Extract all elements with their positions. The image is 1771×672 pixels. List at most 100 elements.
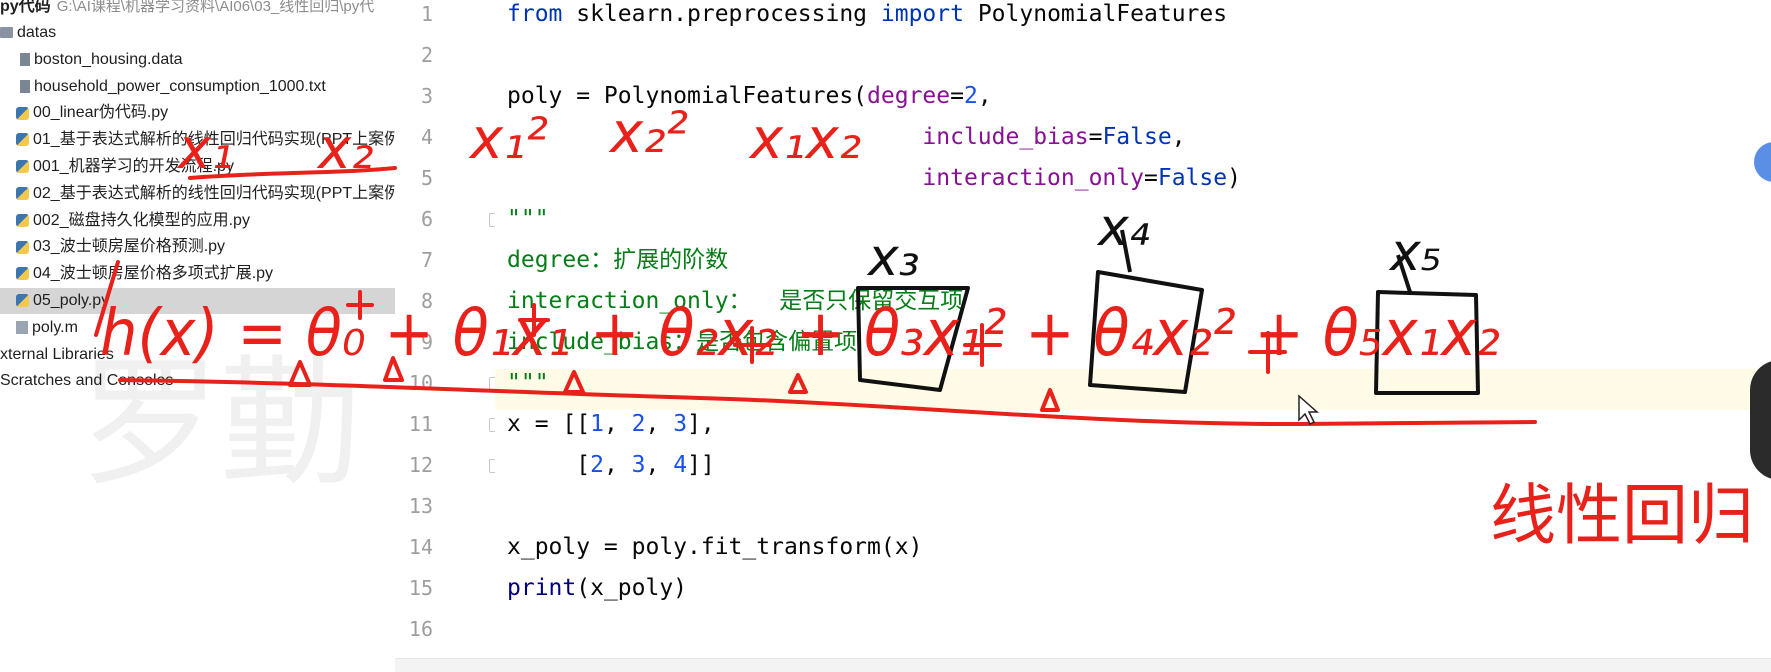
code-line: x_poly = poly.fit_transform(x) <box>507 527 922 568</box>
line-number: 8 <box>420 289 433 313</box>
code-line: interaction_only： 是否只保留交互项 <box>507 281 963 322</box>
line-number: 5 <box>420 166 433 190</box>
line-number: 12 <box>408 453 433 477</box>
line-number: 4 <box>420 125 433 149</box>
tree-root-path: G:\AI课程\机器学习资料\AI06\03_线性回归\py代 <box>56 0 375 15</box>
code-token: [ <box>507 452 591 478</box>
line-number: 2 <box>420 43 433 67</box>
tree-root-name: py代码 <box>0 0 51 15</box>
code-token: , <box>645 452 674 478</box>
code-token: 4 <box>673 452 688 478</box>
folder-icon <box>0 27 13 39</box>
line-number: 11 <box>408 412 433 436</box>
python-file-icon <box>16 187 29 201</box>
tree-item[interactable]: 04_波士顿房屋价格多项式扩展.py <box>0 261 273 287</box>
code-token: PolynomialFeatures <box>963 1 1228 27</box>
code-token: 2 <box>963 83 978 109</box>
file-icon <box>20 79 30 93</box>
line-number: 3 <box>420 84 433 108</box>
tree-item[interactable]: datas <box>0 20 56 46</box>
line-number: 10 <box>408 371 433 395</box>
code-editor[interactable]: from sklearn.preprocessing import Polyno… <box>495 0 1771 671</box>
horizontal-scrollbar[interactable] <box>395 658 1771 672</box>
code-token: """ <box>507 370 549 396</box>
code-line: """ <box>507 363 549 404</box>
code-token: print <box>507 575 577 601</box>
code-token: include_bias <box>922 124 1089 150</box>
code-token: = <box>1143 165 1158 191</box>
code-line: include_bias：是否包含偏置项 <box>507 322 857 363</box>
code-token: from <box>507 1 563 27</box>
code-token: = <box>1088 124 1103 150</box>
code-token: False <box>1157 165 1228 191</box>
tree-item[interactable]: 01_基于表达式解析的线性回归代码实现(PPT上案例). <box>0 127 395 153</box>
code-token: 3 <box>631 452 646 478</box>
code-token: interaction_only： 是否只保留交互项 <box>507 288 964 314</box>
tree-item-label: boston_housing.data <box>34 50 183 68</box>
line-number: 16 <box>408 617 433 641</box>
code-token: include_bias：是否包含偏置项 <box>507 329 858 355</box>
code-token: , <box>645 411 674 437</box>
code-token: = <box>950 83 964 109</box>
tree-item[interactable]: 05_poly.py <box>0 288 395 314</box>
line-number: 7 <box>420 248 433 272</box>
tree-item[interactable]: 001_机器学习的开发流程.py <box>0 154 234 180</box>
tree-item-label: 03_波士顿房屋价格预测.py <box>33 238 226 256</box>
tree-item-label: poly.m <box>32 318 78 336</box>
tree-item-label: 04_波士顿房屋价格多项式扩展.py <box>33 265 274 283</box>
code-token: degree <box>867 83 951 109</box>
code-line: include_bias=False, <box>507 117 1186 158</box>
code-token: , <box>603 411 632 437</box>
tree-item[interactable]: boston_housing.data <box>0 47 183 73</box>
code-token: ]] <box>687 452 715 478</box>
code-line: interaction_only=False) <box>507 158 1241 199</box>
python-file-icon <box>16 160 29 174</box>
line-number: 15 <box>408 576 433 600</box>
tree-item-label: 02_基于表达式解析的线性回归代码实现(PPT上案例2 <box>33 184 396 202</box>
code-token: 2 <box>590 452 604 478</box>
tree-item-label: 05_poly.py <box>33 292 110 309</box>
code-token: """ <box>507 206 549 232</box>
line-number: 14 <box>408 535 433 559</box>
python-file-icon <box>16 240 29 254</box>
code-token: , <box>1171 124 1186 150</box>
python-file-icon <box>16 133 29 147</box>
python-file-icon <box>16 213 29 227</box>
tree-item[interactable]: 00_linear伪代码.py <box>0 100 168 126</box>
code-token: , <box>977 83 992 109</box>
code-token: x = [[ <box>507 411 591 437</box>
code-token: , <box>603 452 632 478</box>
code-line: from sklearn.preprocessing import Polyno… <box>507 0 1227 35</box>
code-token: False <box>1102 124 1172 150</box>
code-line: poly = PolynomialFeatures(degree=2, <box>507 76 992 117</box>
line-number: 13 <box>408 494 433 518</box>
file-icon <box>20 53 30 67</box>
editor-gutter: 1 2 3 4 5 6 7 8 9 10 11 12 13 14 15 16 <box>395 0 503 671</box>
tree-item-label: 00_linear伪代码.py <box>33 104 169 122</box>
tree-item[interactable]: 002_磁盘持久化模型的应用.py <box>0 208 250 234</box>
code-token: poly = PolynomialFeatures( <box>507 83 868 109</box>
tree-item-label: household_power_consumption_1000.txt <box>34 77 326 95</box>
code-token: interaction_only <box>922 165 1144 191</box>
tree-root-row[interactable]: py代码 G:\AI课程\机器学习资料\AI06\03_线性回归\py代 <box>0 0 374 20</box>
code-line: degree：扩展的阶数 <box>507 240 728 281</box>
tree-item[interactable]: 03_波士顿房屋价格预测.py <box>0 234 225 260</box>
tree-item-label: 002_磁盘持久化模型的应用.py <box>33 211 250 229</box>
code-line: x = [[1, 2, 3], <box>507 404 715 445</box>
floating-tools-icon[interactable] <box>1750 360 1771 480</box>
code-token: ], <box>687 411 715 437</box>
project-tree-panel: py代码 G:\AI课程\机器学习资料\AI06\03_线性回归\py代 data… <box>0 0 396 671</box>
tree-item[interactable]: poly.m <box>0 315 78 341</box>
python-file-icon <box>16 106 29 120</box>
tree-item[interactable]: household_power_consumption_1000.txt <box>0 74 326 100</box>
code-token: 3 <box>673 411 688 437</box>
code-token: 1 <box>590 411 604 437</box>
code-token: ) <box>1227 165 1241 191</box>
matlab-file-icon <box>16 321 28 335</box>
tree-item-label: 001_机器学习的开发流程.py <box>33 158 234 175</box>
tree-item[interactable]: 02_基于表达式解析的线性回归代码实现(PPT上案例2 <box>0 181 396 207</box>
code-token: sklearn.preprocessing <box>562 1 881 27</box>
line-number: 9 <box>420 330 433 354</box>
